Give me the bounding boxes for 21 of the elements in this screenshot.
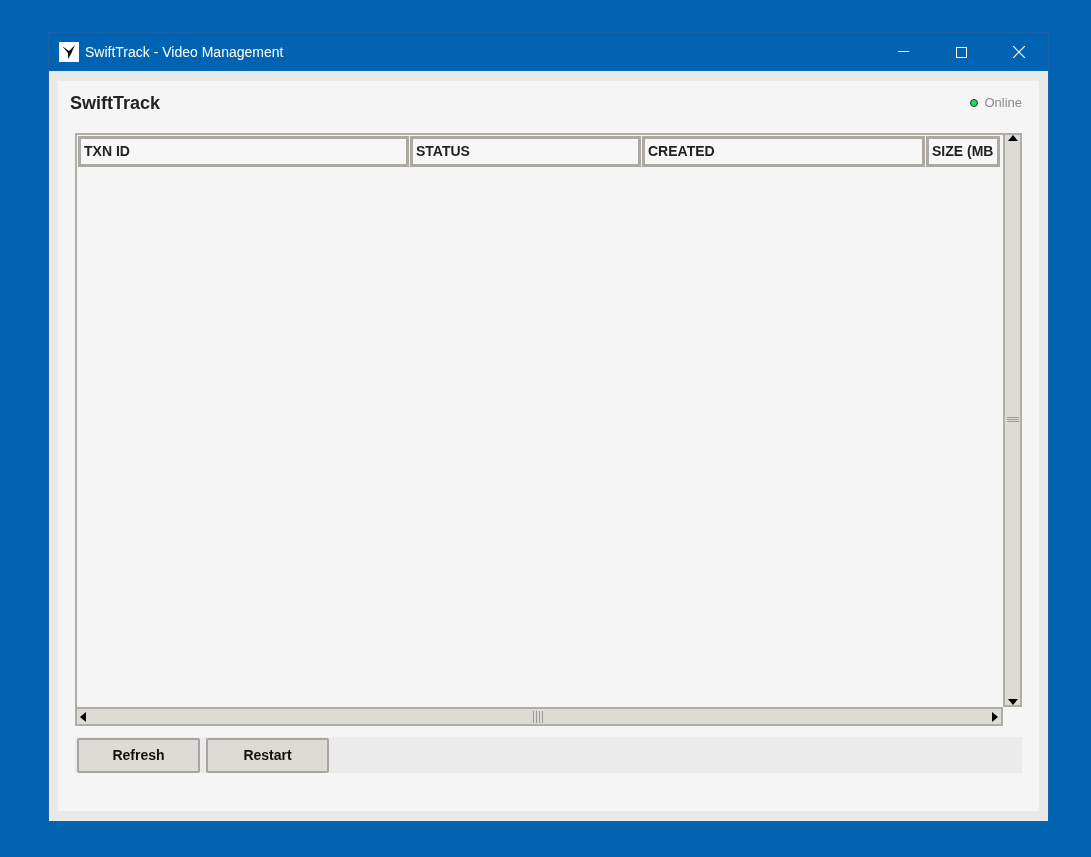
scroll-grip-icon (1006, 417, 1019, 423)
action-button[interactable]: Refresh (77, 738, 200, 773)
down-arrow-icon (1007, 699, 1018, 705)
column-header[interactable]: TXN ID (78, 136, 409, 167)
scroll-grip-icon (533, 710, 545, 723)
window-title: SwiftTrack - Video Management (85, 42, 284, 62)
vertical-scrollbar[interactable] (1003, 133, 1022, 707)
app-title: SwiftTrack (70, 91, 161, 115)
action-button[interactable]: Restart (206, 738, 329, 773)
left-arrow-icon (80, 711, 86, 722)
column-header[interactable]: SIZE (MB (926, 136, 1000, 167)
minimize-icon (897, 51, 909, 53)
status-label: Online (984, 94, 1022, 113)
column-header[interactable]: STATUS (410, 136, 641, 167)
close-icon (1013, 46, 1025, 58)
maximize-icon (955, 46, 967, 58)
horizontal-scrollbar[interactable] (75, 707, 1003, 726)
column-header[interactable]: CREATED (642, 136, 925, 167)
up-arrow-icon (1007, 135, 1018, 141)
bird-logo-icon (59, 42, 79, 62)
right-arrow-icon (992, 711, 998, 722)
